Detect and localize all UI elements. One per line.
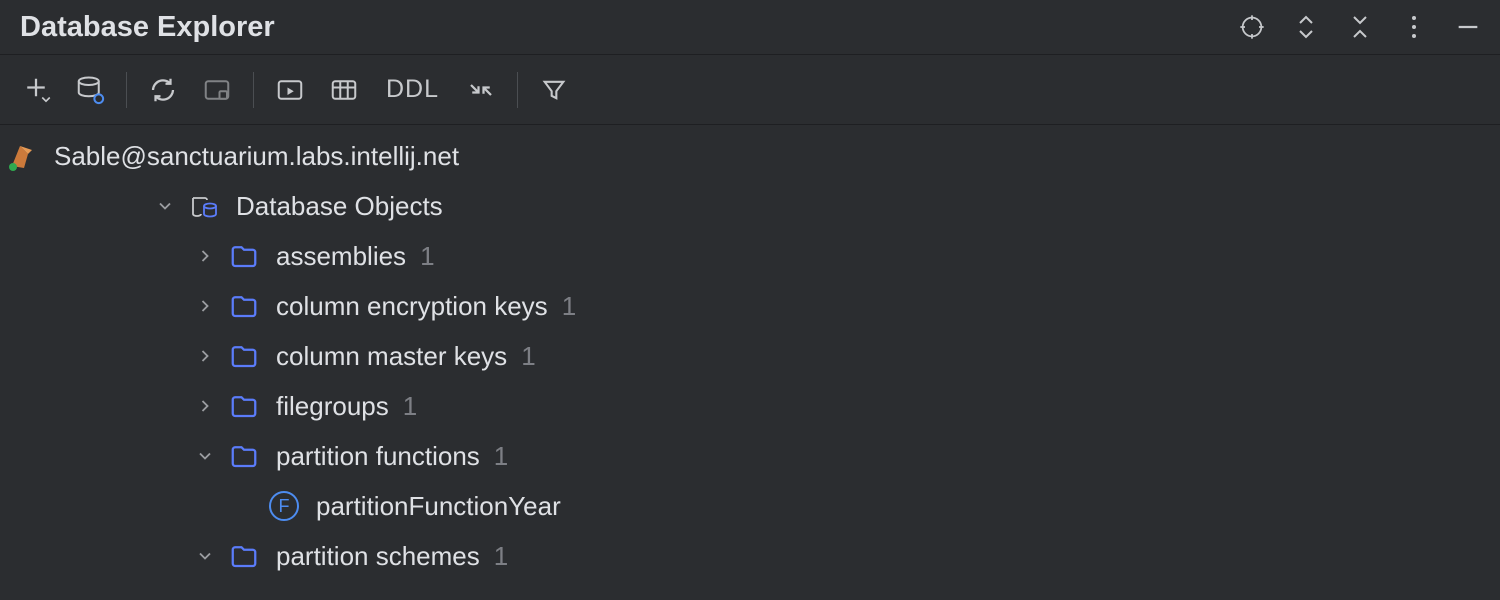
node-label: column encryption keys	[276, 291, 548, 322]
tree-node-partition-functions[interactable]: partition functions 1	[0, 431, 1500, 481]
titlebar: Database Explorer	[0, 0, 1500, 55]
function-icon: F	[266, 488, 302, 524]
minimize-icon[interactable]	[1454, 13, 1482, 41]
chevron-right-icon[interactable]	[190, 391, 220, 421]
jump-to-query-console-button[interactable]	[272, 72, 308, 108]
target-icon[interactable]	[1238, 13, 1266, 41]
refresh-button[interactable]	[145, 72, 181, 108]
tree-node-filegroups[interactable]: filegroups 1	[0, 381, 1500, 431]
node-label: column master keys	[276, 341, 507, 372]
tree-node-partition-schemes[interactable]: partition schemes 1	[0, 531, 1500, 581]
datasource-properties-button[interactable]	[72, 72, 108, 108]
node-label: partitionFunctionYear	[316, 491, 561, 522]
tree-node-column-encryption-keys[interactable]: column encryption keys 1	[0, 281, 1500, 331]
table-view-button[interactable]	[326, 72, 362, 108]
chevron-down-icon[interactable]	[150, 191, 180, 221]
filter-button[interactable]	[536, 72, 572, 108]
toolbar-divider	[253, 72, 254, 108]
node-count: 1	[521, 341, 535, 372]
tree-leaf-partition-function-year[interactable]: F partitionFunctionYear	[0, 481, 1500, 531]
database-objects-node[interactable]: Database Objects	[0, 181, 1500, 231]
node-label: partition functions	[276, 441, 480, 472]
title-actions	[1238, 13, 1482, 41]
folder-icon	[226, 538, 262, 574]
folder-icon	[226, 438, 262, 474]
collapse-tree-button[interactable]	[463, 72, 499, 108]
tree-node-column-master-keys[interactable]: column master keys 1	[0, 331, 1500, 381]
tree-node-assemblies[interactable]: assemblies 1	[0, 231, 1500, 281]
expand-collapse-icon[interactable]	[1292, 13, 1320, 41]
node-label: filegroups	[276, 391, 389, 422]
chevron-right-icon[interactable]	[190, 341, 220, 371]
collapse-all-icon[interactable]	[1346, 13, 1374, 41]
chevron-right-icon[interactable]	[190, 291, 220, 321]
panel-title: Database Explorer	[20, 11, 275, 44]
node-count: 1	[494, 541, 508, 572]
datasource-icon	[4, 138, 40, 174]
toolbar-divider	[517, 72, 518, 108]
database-objects-label: Database Objects	[236, 191, 443, 222]
folder-icon	[226, 288, 262, 324]
chevron-right-icon[interactable]	[190, 241, 220, 271]
node-count: 1	[562, 291, 576, 322]
node-label: assemblies	[276, 241, 406, 272]
folder-icon	[226, 338, 262, 374]
add-button[interactable]	[18, 72, 54, 108]
folder-icon	[226, 388, 262, 424]
node-label: partition schemes	[276, 541, 480, 572]
database-objects-icon	[186, 188, 222, 224]
stop-button[interactable]	[199, 72, 235, 108]
ddl-button[interactable]: DDL	[380, 75, 445, 104]
toolbar: DDL	[0, 55, 1500, 125]
node-count: 1	[494, 441, 508, 472]
datasource-node[interactable]: Sable@sanctuarium.labs.intellij.net	[0, 131, 1500, 181]
chevron-down-icon[interactable]	[190, 441, 220, 471]
database-tree: Sable@sanctuarium.labs.intellij.net Data…	[0, 125, 1500, 581]
toolbar-divider	[126, 72, 127, 108]
more-icon[interactable]	[1400, 13, 1428, 41]
chevron-down-icon[interactable]	[190, 541, 220, 571]
node-count: 1	[420, 241, 434, 272]
node-count: 1	[403, 391, 417, 422]
folder-icon	[226, 238, 262, 274]
datasource-label: Sable@sanctuarium.labs.intellij.net	[54, 141, 459, 172]
